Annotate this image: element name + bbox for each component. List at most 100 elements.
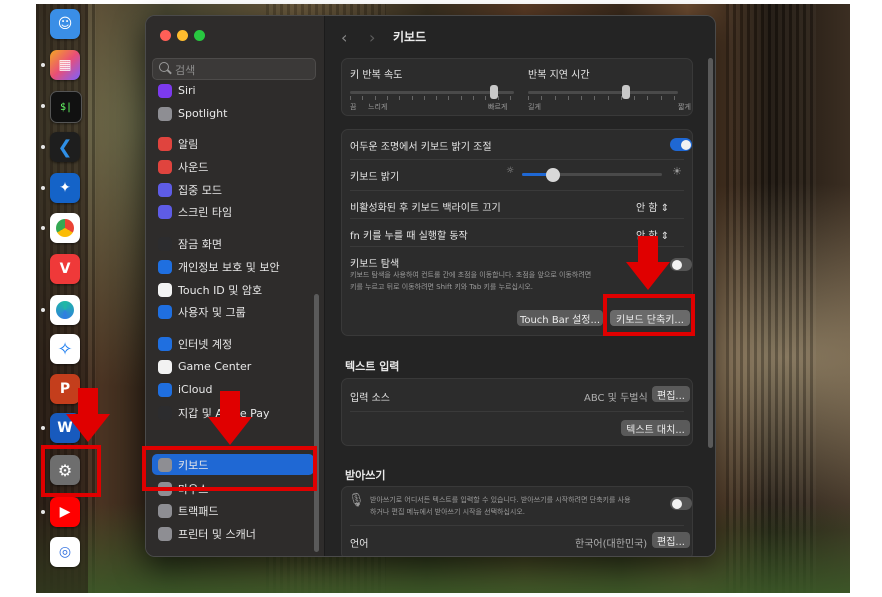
- forward-button[interactable]: ›: [369, 28, 375, 47]
- sidebar-item[interactable]: 잠금 화면: [152, 233, 314, 254]
- delay-label: 반복 지연 시간: [528, 70, 590, 81]
- running-indicator: [41, 104, 45, 108]
- content-scrollbar[interactable]: [708, 58, 713, 448]
- text-input-card: 입력 소스 ABC 및 두벌식 편집... 텍스트 대치...: [341, 378, 693, 446]
- red-arrow-icon: [626, 236, 670, 290]
- repeat-rate-label: 키 반복 속도: [350, 70, 403, 81]
- minimize-window-button[interactable]: [177, 30, 188, 41]
- sidebar-item[interactable]: Spotlight: [152, 103, 314, 124]
- sidebar-item[interactable]: Touch ID 및 암호: [152, 279, 314, 300]
- sidebar-item[interactable]: 집중 모드: [152, 179, 314, 200]
- sidebar-item-label: 잠금 화면: [178, 237, 222, 251]
- finder-icon[interactable]: ☺: [50, 9, 80, 39]
- slider-tick: [647, 96, 649, 100]
- divider: [350, 218, 684, 219]
- safari-icon[interactable]: ✧: [50, 334, 80, 364]
- dictation-toggle[interactable]: [670, 497, 692, 510]
- text-replacement-button[interactable]: 텍스트 대치...: [621, 420, 690, 436]
- sidebar-item-label: 트랙패드: [178, 504, 219, 518]
- fingerprint-icon: [158, 282, 172, 297]
- delay-slider-knob[interactable]: [622, 85, 631, 99]
- sidebar-item-label: 사운드: [178, 160, 209, 174]
- fn-key-label: fn 키를 누를 때 실행할 동작: [350, 231, 468, 242]
- slider-tick: [460, 96, 462, 100]
- sidebar-item[interactable]: 사용자 및 그룹: [152, 301, 314, 322]
- at-icon: [158, 336, 172, 351]
- launchpad-icon[interactable]: ▦: [50, 50, 80, 80]
- running-indicator: [41, 308, 45, 312]
- slider-tick: [541, 96, 543, 100]
- backlight-off-value: 안 함: [636, 203, 658, 214]
- sidebar-item-label: 인터넷 계정: [178, 337, 233, 351]
- slider-tick: [399, 96, 401, 100]
- keyboard-nav-toggle[interactable]: [670, 258, 692, 271]
- vivaldi-icon[interactable]: V: [50, 254, 80, 284]
- slider-tick: [362, 96, 364, 100]
- dictation-section-title: 받아쓰기: [345, 469, 386, 482]
- terminal-icon[interactable]: $|: [50, 91, 82, 123]
- chrome-icon[interactable]: [50, 213, 80, 243]
- youtube-icon[interactable]: ▶: [50, 497, 80, 527]
- sidebar-item[interactable]: Game Center: [152, 356, 314, 377]
- edge-icon[interactable]: [50, 295, 80, 325]
- sidebar-item[interactable]: 트랙패드: [152, 500, 314, 521]
- slider-tick: [423, 96, 425, 100]
- moon-icon: [158, 182, 172, 197]
- search-placeholder: 검색: [175, 64, 196, 77]
- speaker-icon: [158, 159, 172, 174]
- sidebar-item[interactable]: 프린터 및 스캐너: [152, 523, 314, 544]
- brightness-label: 키보드 밝기: [350, 172, 400, 183]
- brightness-slider[interactable]: [522, 168, 662, 182]
- dictation-card: 🎙 받아쓰기로 어디서든 텍스트를 입력할 수 있습니다. 받아쓰기를 시작하려…: [341, 486, 693, 556]
- sidebar-scrollbar[interactable]: [314, 294, 319, 552]
- slider-tick: [607, 96, 609, 100]
- sidebar-item-label: Touch ID 및 암호: [178, 283, 263, 297]
- zoom-window-button[interactable]: [194, 30, 205, 41]
- slider-tick: [374, 96, 376, 100]
- adjust-brightness-toggle[interactable]: [670, 138, 692, 151]
- slider-tick: [567, 96, 569, 100]
- sidebar-item[interactable]: 스크린 타임: [152, 201, 314, 222]
- search-input[interactable]: 검색: [152, 58, 316, 80]
- brightness-low-icon: ☼: [506, 166, 515, 176]
- screenshot-app-icon[interactable]: ◎: [50, 537, 80, 567]
- sidebar-item[interactable]: 인터넷 계정: [152, 333, 314, 354]
- language-edit-button[interactable]: 편집...: [652, 532, 690, 548]
- touch-bar-settings-button[interactable]: Touch Bar 설정...: [517, 310, 603, 326]
- siri-icon: [158, 83, 172, 98]
- slider-tick: [448, 96, 450, 100]
- red-arrow-icon: [66, 388, 110, 442]
- input-source-edit-button[interactable]: 편집...: [652, 386, 690, 402]
- bird-app-icon[interactable]: ✦: [50, 173, 80, 203]
- sidebar-item[interactable]: 사운드: [152, 156, 314, 177]
- slider-tick: [581, 96, 583, 100]
- keyboard-nav-desc-2: 키를 누르고 뒤로 이동하려면 Shift 키와 Tab 키를 누르십시오.: [350, 283, 534, 291]
- back-button[interactable]: ‹: [341, 28, 347, 47]
- highlight-box-sidebar-keyboard: [142, 446, 317, 491]
- sidebar-item[interactable]: Siri: [152, 80, 314, 101]
- delay-slider[interactable]: [528, 85, 692, 101]
- repeat-min-label: 끔: [350, 103, 357, 111]
- repeat-rate-slider[interactable]: [350, 85, 514, 101]
- keyboard-nav-desc-1: 키보드 탐색을 사용하여 컨트롤 간에 초점을 이동합니다. 초점을 앞으로 이…: [350, 271, 592, 279]
- backlight-off-popup[interactable]: 안 함 ⇕: [636, 199, 669, 214]
- slider-tick: [634, 96, 636, 100]
- repeat-card: 키 반복 속도 반복 지연 시간 끔 느리게 빠르게 길게 짧게: [341, 58, 693, 116]
- search-icon: [159, 62, 169, 72]
- keyboard-nav-label: 키보드 탐색: [350, 259, 400, 270]
- close-window-button[interactable]: [160, 30, 171, 41]
- cloud-icon: [158, 382, 172, 397]
- brightness-slider-knob[interactable]: [545, 168, 560, 182]
- sidebar-item[interactable]: 개인정보 보호 및 보안: [152, 256, 314, 277]
- repeat-rate-slider-knob[interactable]: [490, 85, 499, 99]
- game-center-icon: [158, 359, 172, 374]
- dictation-desc-2: 하거나 편집 메뉴에서 받아쓰기 시작을 선택하십시오.: [370, 508, 526, 516]
- running-indicator: [41, 145, 45, 149]
- vscode-icon[interactable]: ❮: [50, 132, 80, 162]
- slider-tick: [528, 96, 529, 100]
- divider: [350, 411, 684, 412]
- running-indicator: [41, 63, 45, 67]
- highlight-box-dock-settings: [41, 445, 101, 497]
- running-indicator: [41, 226, 45, 230]
- sidebar-item[interactable]: 알림: [152, 133, 314, 154]
